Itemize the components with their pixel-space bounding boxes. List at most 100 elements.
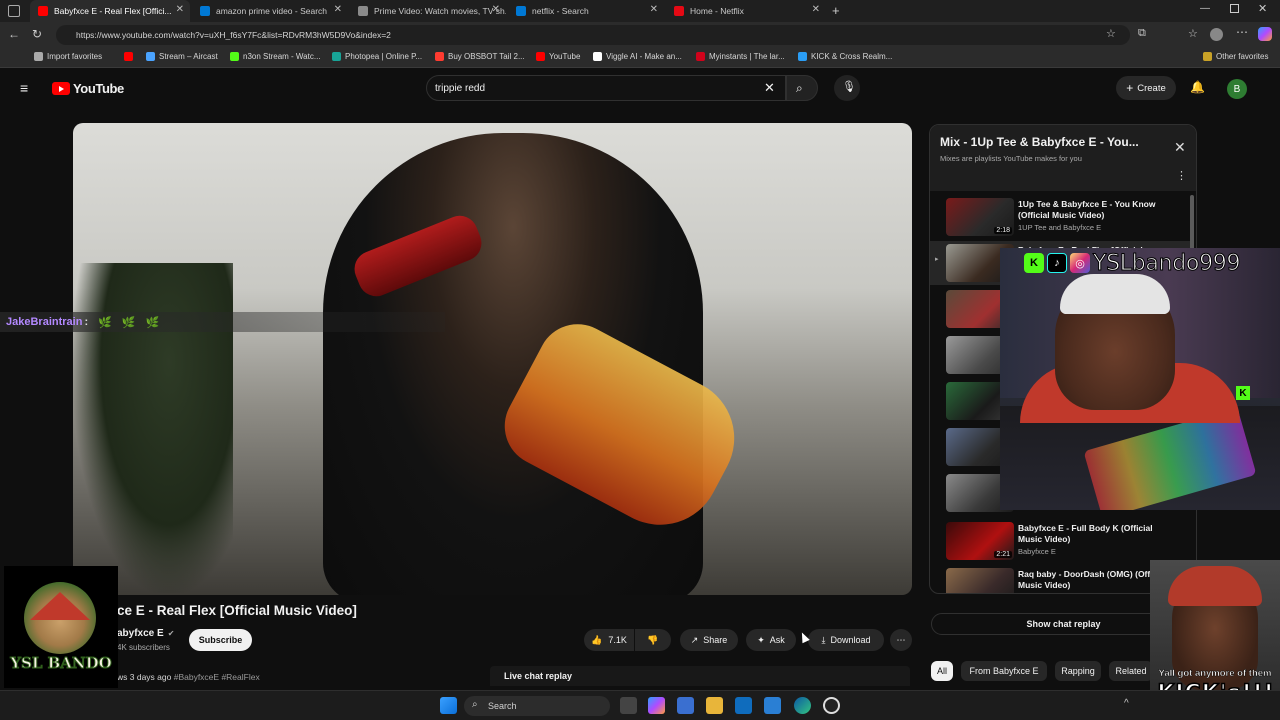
profile-icon[interactable]: [1210, 28, 1223, 41]
maximize-icon[interactable]: [1230, 4, 1239, 13]
fav-photopea[interactable]: Photopea | Online P...: [332, 52, 422, 61]
extensions-icon[interactable]: ⧉: [1138, 27, 1146, 40]
photopea-icon: [332, 52, 341, 61]
live-chat-replay-header[interactable]: Live chat replay: [490, 666, 910, 686]
search-button[interactable]: ⌕: [786, 75, 818, 101]
search-input[interactable]: trippie redd: [426, 75, 786, 101]
close-tab-icon[interactable]: ✕: [492, 4, 500, 15]
show-hidden-icons-icon[interactable]: ^: [1124, 698, 1129, 709]
chip-rapping[interactable]: Rapping: [1055, 661, 1101, 681]
back-icon[interactable]: ←: [8, 27, 20, 41]
share-button[interactable]: ↗ Share: [680, 629, 738, 651]
video-player[interactable]: [73, 123, 912, 595]
obs-icon[interactable]: [823, 697, 840, 714]
verified-icon: ✔: [167, 629, 175, 638]
fav-aircast[interactable]: Stream – Aircast: [146, 52, 218, 61]
like-button[interactable]: 👍 7.1K: [584, 629, 634, 651]
photos-icon[interactable]: [764, 697, 781, 714]
fav-viggle[interactable]: Viggle AI - Make an...: [593, 52, 682, 61]
playlist-scrollbar[interactable]: [1190, 195, 1194, 251]
chat-separator: :: [84, 316, 89, 328]
microphone-icon: 🎙: [842, 81, 856, 93]
streamer-handle: YSLbando999: [1092, 250, 1241, 276]
hamburger-menu-icon[interactable]: ≡: [20, 80, 28, 96]
url-field[interactable]: https://www.youtube.com/watch?v=uXH_f6sY…: [56, 25, 1130, 45]
favorites-icon[interactable]: ☆: [1188, 27, 1198, 40]
netflix-icon: [674, 6, 684, 16]
stream-chat-message: JakeBraintrain : 🌿 🌿 🌿: [0, 312, 445, 332]
chip-related[interactable]: Related: [1109, 661, 1153, 681]
youtube-logo[interactable]: YouTube: [52, 81, 124, 96]
fav-youtube-1[interactable]: [124, 52, 137, 61]
playlist-title: Mix - 1Up Tee & Babyfxce E - You...: [940, 135, 1139, 149]
copilot-icon[interactable]: [1258, 27, 1272, 41]
weed-emote-icon: 🌿: [121, 316, 136, 329]
logo-roof-icon: [30, 592, 90, 620]
tab-netflix-search[interactable]: netflix - Search ✕: [508, 0, 664, 22]
close-tab-icon[interactable]: ✕: [812, 4, 820, 15]
ask-button[interactable]: ✦ Ask: [746, 629, 796, 651]
fav-myinstants[interactable]: Myinstants | The lar...: [696, 52, 785, 61]
tab-netflix-home[interactable]: Home - Netflix ✕: [666, 0, 826, 22]
minimize-icon[interactable]: —: [1200, 3, 1210, 14]
voice-search-button[interactable]: 🎙: [834, 75, 860, 101]
close-tab-icon[interactable]: ✕: [176, 4, 184, 15]
youtube-play-icon: [52, 82, 70, 95]
description-hashtags: #BabyfxceE #RealFlex: [173, 672, 260, 682]
subscribe-button[interactable]: Subscribe: [189, 629, 252, 651]
more-actions-button[interactable]: ⋯: [890, 629, 912, 651]
close-tab-icon[interactable]: ✕: [650, 4, 658, 15]
dislike-button[interactable]: 👎: [635, 629, 671, 651]
windows-start-icon[interactable]: [440, 697, 457, 714]
outlook-icon[interactable]: [735, 697, 752, 714]
fav-youtube-2[interactable]: YouTube: [536, 52, 580, 61]
thumbs-up-icon: 👍: [591, 634, 603, 645]
close-tab-icon[interactable]: ✕: [334, 4, 342, 15]
fav-kick-cross[interactable]: KICK & Cross Realm...: [798, 52, 892, 61]
chip-from-channel[interactable]: From Babyfxce E: [961, 661, 1047, 681]
fav-import[interactable]: Import favorites: [34, 52, 102, 61]
fav-other-favorites[interactable]: Other favorites: [1203, 52, 1268, 61]
tab-title: amazon prime video - Search: [216, 6, 328, 16]
close-window-icon[interactable]: ✕: [1258, 2, 1267, 15]
playlist-item[interactable]: 2:18 1Up Tee & Babyfxce E - You Know (Of…: [930, 195, 1192, 239]
more-menu-icon[interactable]: ⋯: [1236, 25, 1248, 39]
download-button[interactable]: ⤓ Download: [808, 629, 884, 651]
description-meta[interactable]: ws 3 days ago #BabyfxceE #RealFlex: [117, 672, 260, 682]
obsbot-icon: [435, 52, 444, 61]
new-tab-button[interactable]: +: [832, 3, 840, 18]
webcam-hat: [1060, 274, 1170, 314]
refresh-icon[interactable]: ↻: [32, 27, 42, 41]
prime-video-icon: [358, 6, 368, 16]
taskbar-search-input[interactable]: ⌕ Search: [464, 696, 610, 716]
playlist-subtitle: Mixes are playlists YouTube makes for yo…: [940, 154, 1082, 163]
channel-name[interactable]: abyfxce E ✔: [117, 628, 174, 639]
edge-icon[interactable]: [794, 697, 811, 714]
playlist-thumbnail: 2:21: [946, 522, 1014, 560]
streamer-webcam: [1000, 248, 1280, 510]
file-explorer-icon[interactable]: [706, 697, 723, 714]
fav-obsbot[interactable]: Buy OBSBOT Tail 2...: [435, 52, 525, 61]
tab-prime-video[interactable]: Prime Video: Watch movies, TV sh... ✕: [350, 0, 506, 22]
clear-search-icon[interactable]: ✕: [764, 80, 775, 96]
tab-amazon-search[interactable]: amazon prime video - Search ✕: [192, 0, 348, 22]
playlist-item-title: Babyfxce E - Full Body K (Official Music…: [1018, 523, 1153, 544]
copilot-icon[interactable]: [648, 697, 665, 714]
playlist-item[interactable]: 2:21 Babyfxce E - Full Body K (Official …: [930, 519, 1192, 563]
store-icon[interactable]: [677, 697, 694, 714]
playlist-menu-icon[interactable]: ⋮: [1176, 169, 1187, 182]
star-icon[interactable]: ☆: [1106, 27, 1116, 40]
create-button[interactable]: + Create: [1116, 76, 1176, 100]
chat-username: JakeBraintrain: [6, 316, 83, 328]
tab-youtube[interactable]: Babyfxce E - Real Flex [Offici... ✕: [30, 0, 190, 22]
tab-title: Home - Netflix: [690, 6, 744, 16]
close-playlist-icon[interactable]: ✕: [1174, 139, 1186, 156]
avatar[interactable]: B: [1227, 79, 1247, 99]
youtube-icon: [536, 52, 545, 61]
tab-actions-icon[interactable]: [8, 5, 20, 17]
fav-n3on[interactable]: n3on Stream - Watc...: [230, 52, 321, 61]
notifications-bell-icon[interactable]: 🔔: [1190, 80, 1205, 94]
chip-all[interactable]: All: [931, 661, 953, 681]
task-view-icon[interactable]: [620, 697, 637, 714]
search-icon: ⌕: [472, 699, 478, 710]
